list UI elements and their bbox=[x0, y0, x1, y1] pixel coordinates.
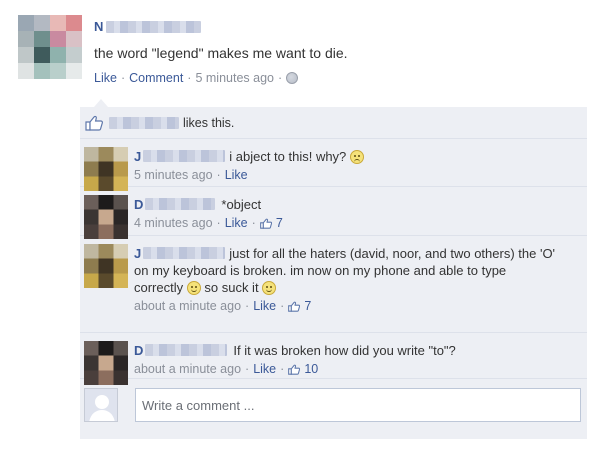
comment-timestamp[interactable]: about a minute ago bbox=[134, 298, 241, 315]
post-actions: Like · Comment · 5 minutes ago · bbox=[94, 71, 299, 85]
comment-text: on my keyboard is broken. im now on my p… bbox=[134, 263, 507, 278]
commenter-avatar[interactable] bbox=[84, 147, 128, 191]
separator: · bbox=[280, 299, 285, 313]
comment-item: Ji abject to this! why? 5 minutes ago · … bbox=[80, 140, 587, 191]
redacted-liker-names[interactable] bbox=[109, 116, 179, 129]
separator: · bbox=[245, 362, 250, 376]
commenter-name[interactable]: J bbox=[134, 246, 141, 261]
separator: · bbox=[245, 299, 250, 313]
comment-item: D *object 4 minutes ago · Like · 7 bbox=[80, 188, 587, 239]
comment-meta: 4 minutes ago · Like · 7 bbox=[134, 215, 579, 232]
comment-like-count[interactable]: 10 bbox=[304, 361, 318, 378]
comment-text: *object bbox=[221, 197, 262, 212]
comment-text: i abject to this! why? bbox=[229, 149, 347, 164]
commenter-name[interactable]: D bbox=[134, 197, 143, 212]
comment-text: just for all the haters (david, noor, an… bbox=[229, 246, 556, 261]
comment-timestamp[interactable]: about a minute ago bbox=[134, 361, 241, 378]
comment-text: If it was broken how did you write "to"? bbox=[233, 343, 456, 358]
separator: · bbox=[278, 71, 283, 85]
separator: · bbox=[120, 71, 126, 85]
default-avatar-icon bbox=[85, 389, 117, 421]
smile-emoticon-icon bbox=[262, 281, 277, 295]
comment-like-link[interactable]: Like bbox=[225, 167, 248, 184]
comment-composer bbox=[80, 379, 587, 431]
separator: · bbox=[251, 216, 256, 230]
smile-emoticon-icon bbox=[186, 281, 201, 295]
post-text: the word "legend" makes me want to die. bbox=[94, 45, 348, 61]
comment-timestamp[interactable]: 4 minutes ago bbox=[134, 215, 213, 232]
globe-icon[interactable] bbox=[286, 72, 299, 84]
comment-timestamp[interactable]: 5 minutes ago bbox=[134, 167, 213, 184]
comment-link[interactable]: Comment bbox=[129, 71, 183, 85]
comments-panel: likes this. Ji abject to this! why? 5 mi… bbox=[80, 107, 587, 439]
commenter-name[interactable]: D bbox=[134, 343, 143, 358]
comment-like-link[interactable]: Like bbox=[225, 215, 248, 232]
thumbs-up-icon bbox=[85, 115, 103, 131]
comment-meta: 5 minutes ago · Like bbox=[134, 167, 579, 184]
frown-emoticon-icon bbox=[349, 150, 364, 164]
redacted-name bbox=[145, 198, 216, 210]
comment-like-link[interactable]: Like bbox=[253, 361, 276, 378]
current-user-avatar bbox=[84, 388, 118, 422]
redacted-name bbox=[145, 344, 228, 356]
commenter-name[interactable]: J bbox=[134, 149, 141, 164]
thumbs-up-icon[interactable] bbox=[288, 364, 301, 375]
commenter-avatar[interactable] bbox=[84, 244, 128, 288]
redacted-name bbox=[143, 150, 226, 162]
comment-meta: about a minute ago · Like · 7 bbox=[134, 298, 579, 315]
likes-text: likes this. bbox=[183, 115, 235, 130]
comment-text: correctly bbox=[134, 280, 184, 295]
poster-name[interactable]: N bbox=[94, 19, 202, 34]
likes-summary: likes this. bbox=[80, 107, 587, 139]
comment-body: D *object 4 minutes ago · Like · 7 bbox=[134, 196, 579, 232]
comment-meta: about a minute ago · Like · 10 bbox=[134, 361, 579, 378]
ufi-pointer bbox=[94, 99, 108, 107]
separator: · bbox=[216, 168, 221, 182]
comment-body: D If it was broken how did you write "to"… bbox=[134, 342, 579, 378]
comment-input[interactable] bbox=[135, 388, 581, 422]
comment-text: so suck it bbox=[204, 280, 259, 295]
separator: · bbox=[187, 71, 192, 85]
comment-like-count[interactable]: 7 bbox=[276, 215, 283, 232]
redacted-name bbox=[143, 247, 226, 259]
like-link[interactable]: Like bbox=[94, 71, 117, 85]
thumbs-up-icon[interactable] bbox=[259, 218, 272, 229]
redacted-name bbox=[106, 20, 202, 33]
separator: · bbox=[280, 362, 285, 376]
comment-item: D If it was broken how did you write "to"… bbox=[80, 334, 587, 385]
poster-avatar[interactable] bbox=[18, 15, 82, 79]
thumbs-up-icon[interactable] bbox=[288, 301, 301, 312]
comment-item: Jjust for all the haters (david, noor, a… bbox=[80, 237, 587, 333]
commenter-avatar[interactable] bbox=[84, 195, 128, 239]
comment-like-count[interactable]: 7 bbox=[304, 298, 311, 315]
comment-body: Ji abject to this! why? 5 minutes ago · … bbox=[134, 148, 579, 184]
separator: · bbox=[216, 216, 221, 230]
post-timestamp[interactable]: 5 minutes ago bbox=[195, 71, 274, 85]
comment-like-link[interactable]: Like bbox=[253, 298, 276, 315]
poster-initial[interactable]: N bbox=[94, 19, 103, 34]
comment-body: Jjust for all the haters (david, noor, a… bbox=[134, 245, 579, 315]
